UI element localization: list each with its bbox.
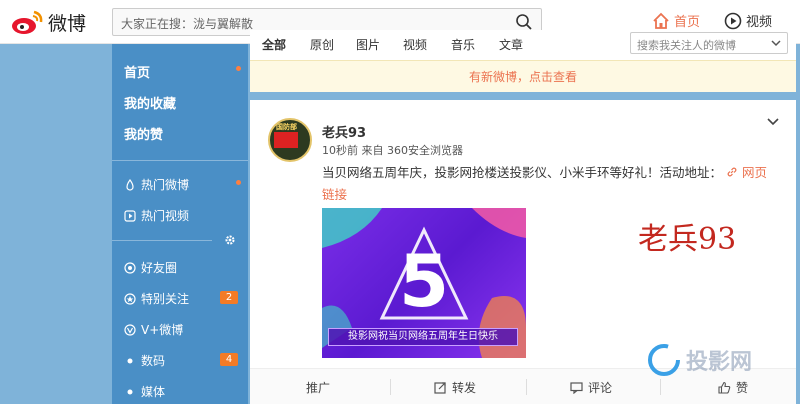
fire-icon — [126, 178, 134, 191]
comment-icon — [570, 382, 583, 394]
nav-home[interactable]: 首页 — [652, 11, 700, 30]
sidebar-item-friends[interactable]: 好友圈 — [124, 259, 177, 276]
chevron-down-icon[interactable] — [769, 36, 783, 50]
sidebar-item-vplus[interactable]: V+微博 — [124, 321, 183, 338]
svg-text:5: 5 — [399, 239, 449, 323]
weibo-logo-icon — [12, 10, 43, 34]
tab-videos[interactable]: 视频 — [403, 36, 427, 53]
sidebar-item-hot-video[interactable]: 热门视频 — [124, 207, 189, 224]
sidebar-divider — [112, 160, 248, 161]
weibo-logo[interactable]: 微博 — [10, 8, 86, 36]
avatar[interactable]: 国防部 — [268, 118, 312, 162]
sidebar-item-home[interactable]: 首页 — [124, 62, 150, 81]
thumbs-up-icon — [718, 381, 731, 394]
sidebar-item-favorites[interactable]: 我的收藏 — [124, 93, 176, 112]
vplus-icon — [124, 323, 136, 336]
tab-articles[interactable]: 文章 — [499, 36, 523, 53]
repost-button[interactable]: 转发 — [434, 379, 476, 396]
flag-icon — [274, 132, 298, 148]
sidebar-item-hot-weibo[interactable]: 热门微博 — [124, 176, 189, 193]
nav-video[interactable]: 视频 — [724, 11, 772, 30]
avatar-text: 国防部 — [276, 123, 297, 131]
action-divider — [660, 379, 661, 395]
like-button[interactable]: 赞 — [718, 379, 748, 396]
post-meta: 10秒前 来自 360安全浏览器 — [322, 144, 463, 157]
tab-all[interactable]: 全部 — [262, 36, 286, 53]
promote-button[interactable]: 推广 — [306, 379, 330, 396]
new-dot — [236, 66, 241, 71]
nav-video-label: 视频 — [746, 15, 773, 30]
post-text: 当贝网络五周年庆，投影网抢楼送投影仪、小米手环等好礼！活动地址： 网页链接 — [322, 162, 777, 206]
comment-button[interactable]: 评论 — [570, 379, 612, 396]
action-divider — [390, 379, 391, 395]
count-badge: 4 — [220, 353, 238, 366]
sidebar-item-media[interactable]: 媒体 — [124, 383, 165, 400]
bullet-icon — [127, 358, 133, 363]
sidebar-item-likes[interactable]: 我的赞 — [124, 124, 163, 143]
new-posts-notice[interactable]: 有新微博，点击查看 — [250, 60, 796, 92]
tab-original[interactable]: 原创 — [310, 36, 334, 53]
feed-search-placeholder: 搜索我关注人的微博 — [637, 39, 736, 52]
logo-text: 微博 — [48, 12, 87, 35]
feed-search-input[interactable]: 搜索我关注人的微博 — [630, 32, 788, 54]
sidebar-item-digital[interactable]: 数码 — [124, 352, 165, 369]
site-watermark: 投影网 — [646, 342, 752, 378]
sidebar-divider — [112, 240, 212, 241]
new-dot — [236, 180, 241, 185]
video-icon — [724, 12, 742, 29]
search-placeholder: 大家正在搜：泷与翼解散 — [121, 17, 254, 31]
nav-home-label: 首页 — [674, 15, 701, 30]
left-sidebar: 首页 我的收藏 我的赞 热门微博 热门视频 好友圈 特别关注 2 V+微博 数码… — [112, 44, 248, 404]
play-icon — [124, 209, 136, 222]
bullet-icon — [127, 389, 133, 394]
count-badge: 2 — [220, 291, 238, 304]
link-icon — [727, 167, 737, 177]
post-image[interactable]: 5 投影网祝当贝网络五周年生日快乐 — [322, 208, 526, 358]
circle-icon — [124, 261, 136, 274]
tab-music[interactable]: 音乐 — [451, 36, 475, 53]
site-logo-icon — [648, 344, 680, 376]
site-watermark-text: 投影网 — [686, 350, 753, 375]
feed-tabs-card: 全部 原创 图片 视频 音乐 文章 搜索我关注人的微博 有新微博，点击查看 — [250, 30, 796, 92]
sidebar-item-special-follow[interactable]: 特别关注 — [124, 290, 189, 307]
repost-icon — [434, 382, 446, 394]
search-icon[interactable] — [515, 13, 533, 31]
star-circle-icon — [124, 292, 136, 305]
author-watermark: 老兵93 — [638, 222, 737, 257]
gear-icon[interactable] — [224, 234, 236, 246]
post-author[interactable]: 老兵93 — [322, 122, 366, 141]
tab-images[interactable]: 图片 — [356, 36, 380, 53]
banner-caption: 投影网祝当贝网络五周年生日快乐 — [328, 328, 518, 346]
action-divider — [526, 379, 527, 395]
chevron-down-icon[interactable] — [766, 114, 780, 128]
post-body: 当贝网络五周年庆，投影网抢楼送投影仪、小米手环等好礼！活动地址： — [322, 165, 723, 180]
home-icon — [653, 12, 669, 29]
